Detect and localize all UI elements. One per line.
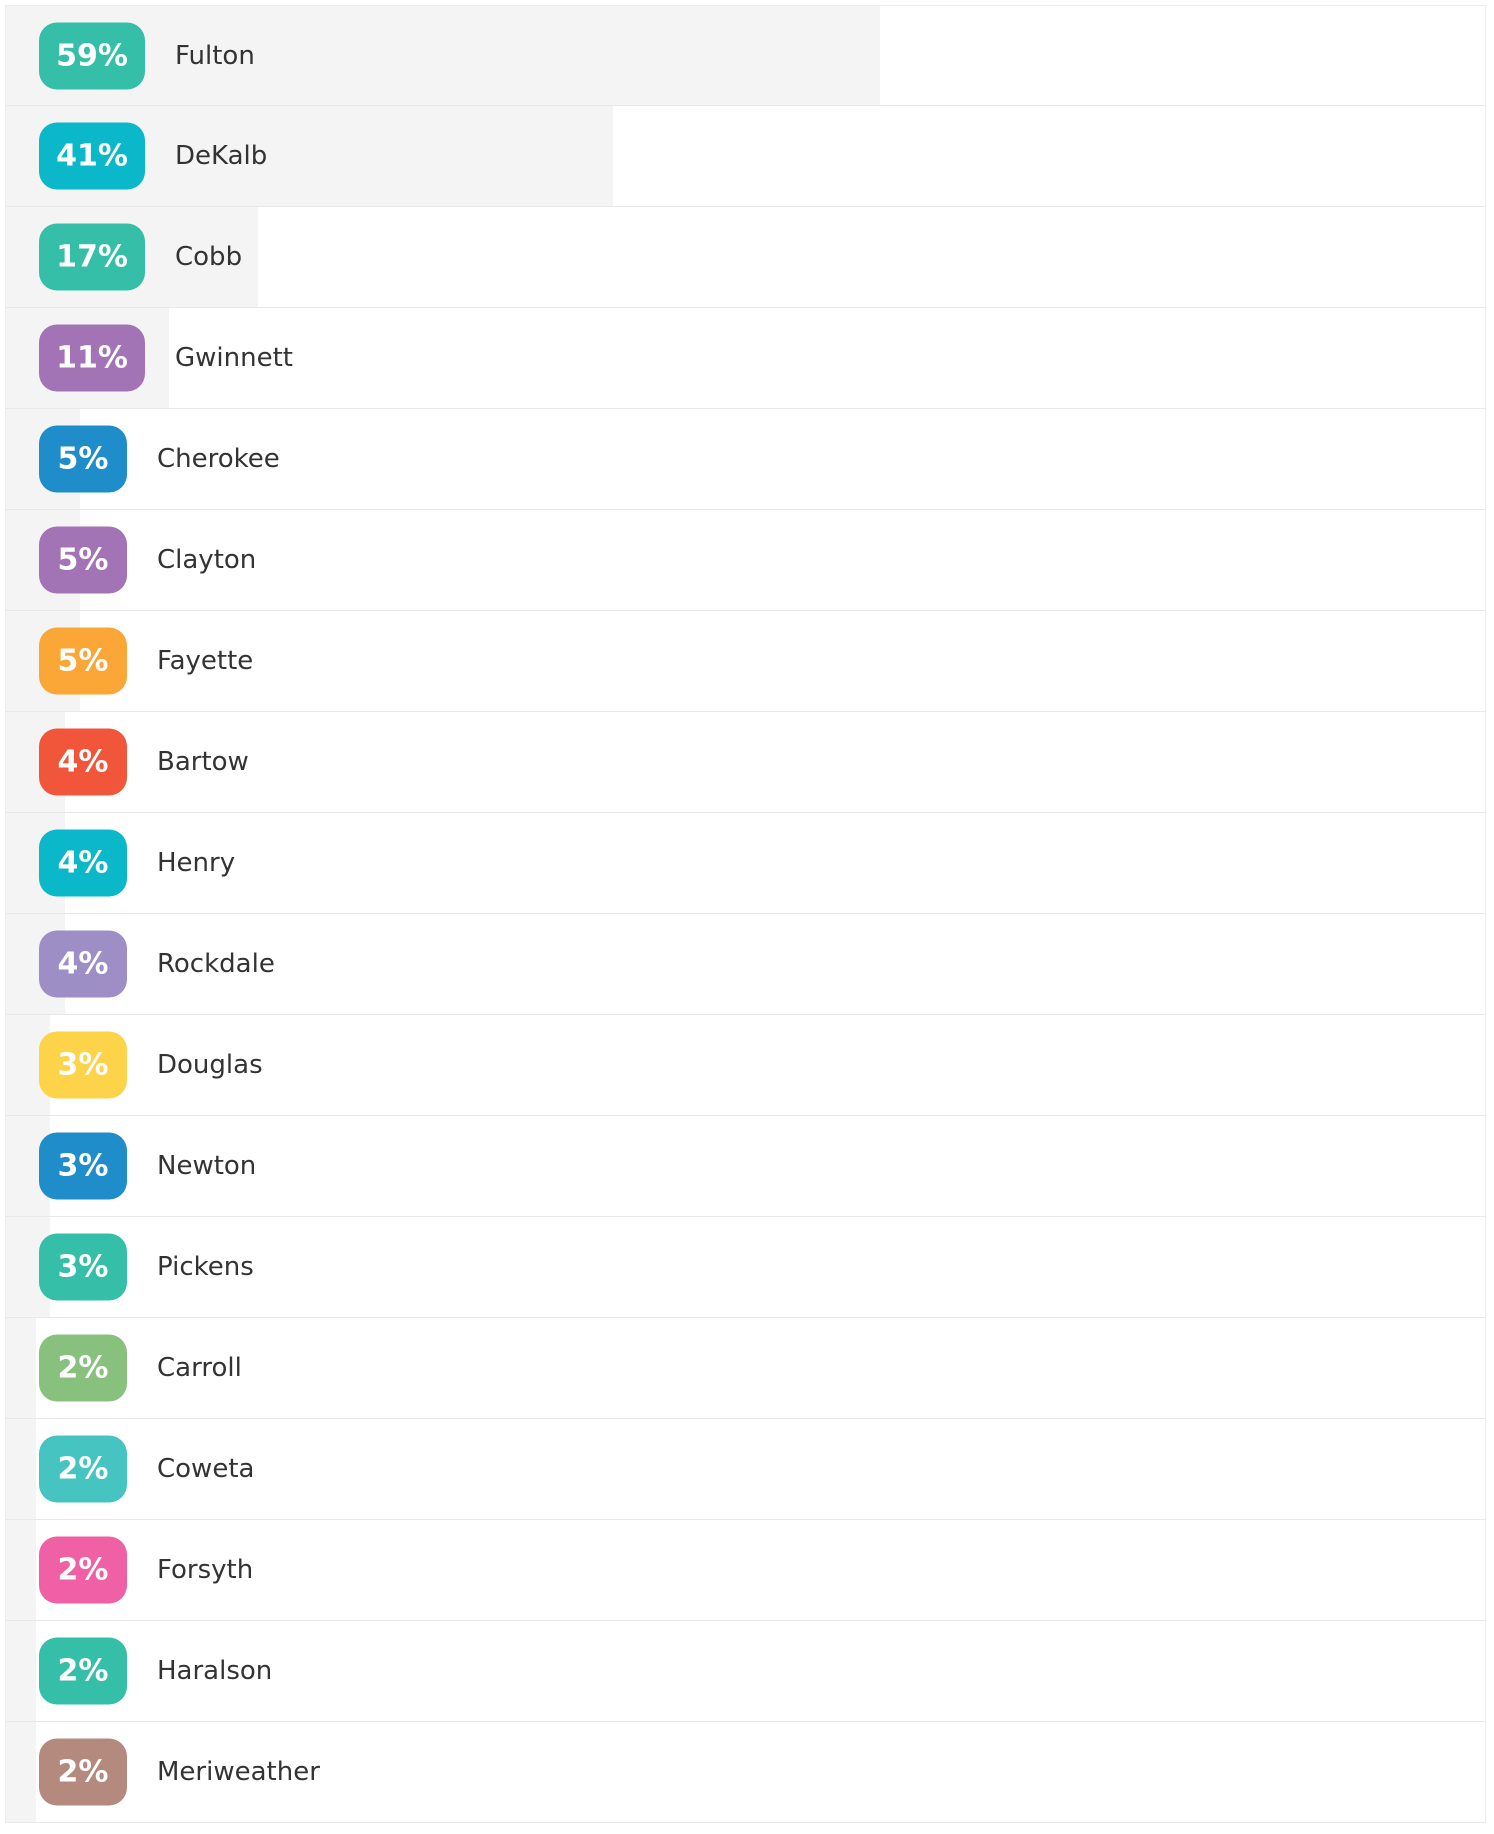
county-name: Henry [157, 848, 236, 878]
list-item: 11% Gwinnett [5, 308, 1486, 409]
list-item: 5% Clayton [5, 510, 1486, 611]
list-item: 2% Meriweather [5, 1722, 1486, 1823]
county-percentage-list: 59% Fulton 41% DeKalb 17% Cobb 11% Gwinnett 5% Ch… [5, 5, 1486, 1823]
percentage-badge: 4% [39, 728, 127, 796]
percentage-bar [6, 1520, 36, 1620]
list-item: 2% Carroll [5, 1318, 1486, 1419]
percentage-badge: 11% [39, 324, 145, 392]
percentage-badge: 2% [39, 1536, 127, 1604]
percentage-badge: 5% [39, 526, 127, 594]
percentage-badge: 5% [39, 627, 127, 695]
percentage-badge: 2% [39, 1738, 127, 1806]
percentage-badge: 2% [39, 1334, 127, 1402]
percentage-badge: 59% [39, 22, 145, 89]
county-name: Cobb [175, 242, 243, 272]
county-name: Pickens [157, 1252, 254, 1282]
county-name: Forsyth [157, 1555, 254, 1585]
county-name: Coweta [157, 1454, 255, 1484]
list-item: 2% Coweta [5, 1419, 1486, 1520]
percentage-badge: 3% [39, 1132, 127, 1200]
percentage-badge: 5% [39, 425, 127, 493]
percentage-badge: 4% [39, 930, 127, 998]
county-name: Gwinnett [175, 343, 293, 373]
list-item: 4% Henry [5, 813, 1486, 914]
county-name: Douglas [157, 1050, 263, 1080]
list-item: 5% Cherokee [5, 409, 1486, 510]
list-item: 2% Haralson [5, 1621, 1486, 1722]
percentage-bar [6, 1722, 36, 1822]
county-name: Fayette [157, 646, 254, 676]
list-item: 2% Forsyth [5, 1520, 1486, 1621]
percentage-badge: 4% [39, 829, 127, 897]
list-item: 59% Fulton [5, 5, 1486, 106]
list-item: 41% DeKalb [5, 106, 1486, 207]
county-name: Cherokee [157, 444, 280, 474]
county-name: Haralson [157, 1656, 273, 1686]
county-name: Bartow [157, 747, 249, 777]
percentage-bar [6, 1419, 36, 1519]
county-name: Meriweather [157, 1757, 320, 1787]
percentage-badge: 41% [39, 122, 145, 190]
percentage-bar [6, 1621, 36, 1721]
county-name: Fulton [175, 40, 255, 71]
county-name: Clayton [157, 545, 257, 575]
list-item: 3% Newton [5, 1116, 1486, 1217]
county-name: DeKalb [175, 141, 268, 171]
percentage-badge: 2% [39, 1637, 127, 1705]
county-name: Newton [157, 1151, 257, 1181]
list-item: 4% Bartow [5, 712, 1486, 813]
percentage-badge: 3% [39, 1233, 127, 1301]
percentage-badge: 2% [39, 1435, 127, 1503]
county-name: Carroll [157, 1353, 242, 1383]
percentage-badge: 3% [39, 1031, 127, 1099]
list-item: 3% Pickens [5, 1217, 1486, 1318]
list-item: 17% Cobb [5, 207, 1486, 308]
list-item: 5% Fayette [5, 611, 1486, 712]
list-item: 4% Rockdale [5, 914, 1486, 1015]
percentage-bar [6, 1318, 36, 1418]
percentage-badge: 17% [39, 223, 145, 291]
list-item: 3% Douglas [5, 1015, 1486, 1116]
county-name: Rockdale [157, 949, 275, 979]
